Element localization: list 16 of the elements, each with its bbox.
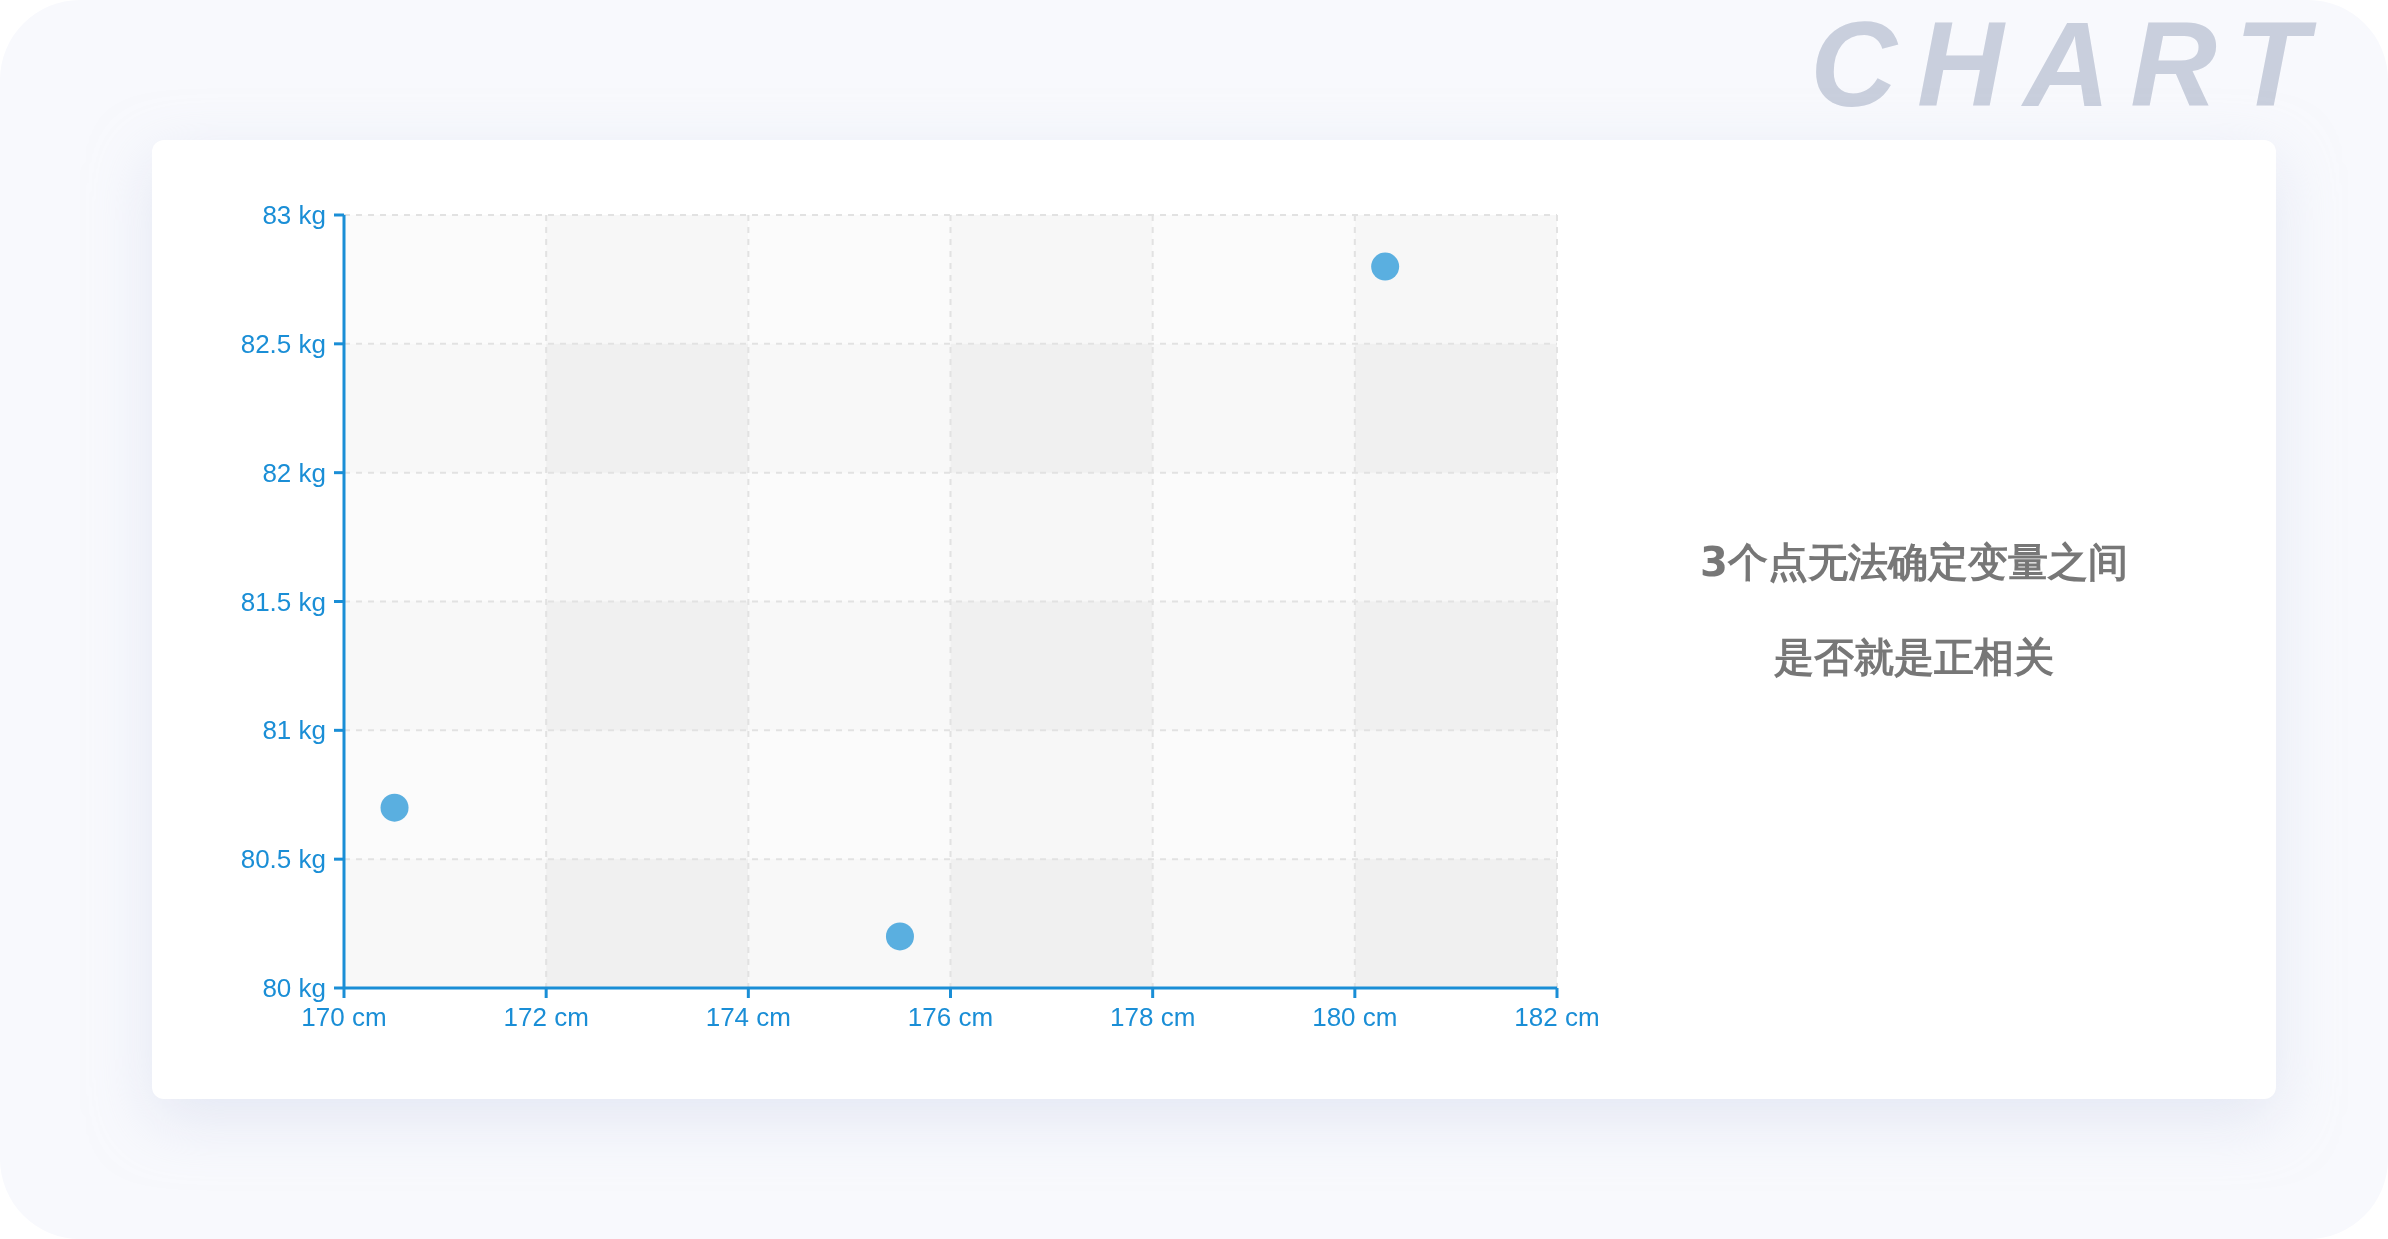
note-text: 3个点无法确定变量之间 xyxy=(1700,537,2128,587)
y-tick-label: 82 kg xyxy=(262,457,326,488)
x-tick-label: 174 cm xyxy=(705,1002,791,1032)
y-tick-label: 82.5 kg xyxy=(240,328,326,359)
x-tick-label: 182 cm xyxy=(1514,1002,1600,1032)
y-tick-label: 81 kg xyxy=(262,715,326,746)
y-tick-label: 83 kg xyxy=(262,200,326,230)
y-tick-label: 80.5 kg xyxy=(240,844,326,875)
y-tick-label: 80 kg xyxy=(262,973,326,1003)
note-text: 是否就是正相关 xyxy=(1774,632,2054,682)
y-tick-label: 81.5 kg xyxy=(240,586,326,617)
x-tick-label: 170 cm xyxy=(301,1002,387,1032)
x-tick-label: 178 cm xyxy=(1110,1002,1196,1032)
x-tick-label: 180 cm xyxy=(1312,1002,1398,1032)
x-tick-label: 172 cm xyxy=(503,1002,589,1032)
x-tick-label: 176 cm xyxy=(907,1002,994,1032)
